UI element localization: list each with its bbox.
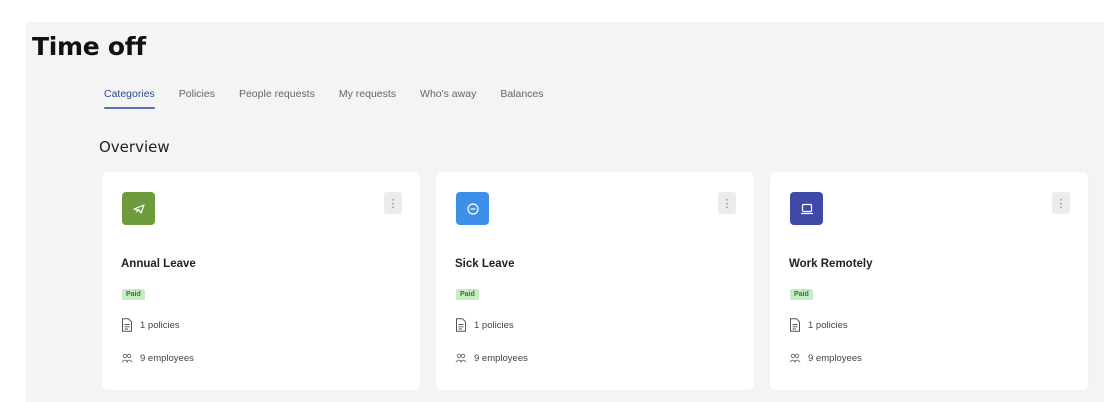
tab-bar: Categories Policies People requests My r…: [104, 88, 544, 109]
laptop-icon: [790, 192, 823, 225]
policies-count: 1 policies: [455, 318, 514, 332]
tab-my-requests[interactable]: My requests: [339, 88, 396, 107]
tab-whos-away[interactable]: Who's away: [420, 88, 476, 107]
policies-label: 1 policies: [474, 319, 514, 331]
category-cards: ⋮ Annual Leave Paid 1 policies 9 employe…: [102, 172, 1088, 390]
policies-count: 1 policies: [789, 318, 848, 332]
paid-badge: Paid: [122, 289, 145, 300]
tab-balances[interactable]: Balances: [500, 88, 543, 107]
document-icon: [456, 318, 466, 332]
category-card-work-remotely[interactable]: ⋮ Work Remotely Paid 1 policies 9 employ…: [770, 172, 1088, 390]
employees-count: 9 employees: [121, 351, 194, 365]
policies-label: 1 policies: [808, 319, 848, 331]
card-menu-button[interactable]: ⋮: [718, 192, 736, 214]
category-card-sick-leave[interactable]: ⋮ Sick Leave Paid 1 policies 9 employees: [436, 172, 754, 390]
people-icon: [455, 353, 467, 363]
policies-count: 1 policies: [121, 318, 180, 332]
category-name: Work Remotely: [789, 258, 873, 270]
people-icon: [121, 353, 133, 363]
page-title: Time off: [32, 32, 146, 61]
pill-icon: [456, 192, 489, 225]
employees-label: 9 employees: [808, 352, 862, 364]
category-name: Sick Leave: [455, 258, 515, 270]
category-name: Annual Leave: [121, 258, 196, 270]
employees-count: 9 employees: [789, 351, 862, 365]
employees-count: 9 employees: [455, 351, 528, 365]
paid-badge: Paid: [790, 289, 813, 300]
employees-label: 9 employees: [140, 352, 194, 364]
tab-people-requests[interactable]: People requests: [239, 88, 315, 107]
employees-label: 9 employees: [474, 352, 528, 364]
overview-heading: Overview: [99, 138, 170, 156]
time-off-page: Time off Categories Policies People requ…: [26, 22, 1104, 402]
plane-icon: [122, 192, 155, 225]
card-menu-button[interactable]: ⋮: [384, 192, 402, 214]
paid-badge: Paid: [456, 289, 479, 300]
document-icon: [122, 318, 132, 332]
document-icon: [790, 318, 800, 332]
category-card-annual-leave[interactable]: ⋮ Annual Leave Paid 1 policies 9 employe…: [102, 172, 420, 390]
tab-categories[interactable]: Categories: [104, 88, 155, 109]
tab-policies[interactable]: Policies: [179, 88, 215, 107]
policies-label: 1 policies: [140, 319, 180, 331]
card-menu-button[interactable]: ⋮: [1052, 192, 1070, 214]
people-icon: [789, 353, 801, 363]
